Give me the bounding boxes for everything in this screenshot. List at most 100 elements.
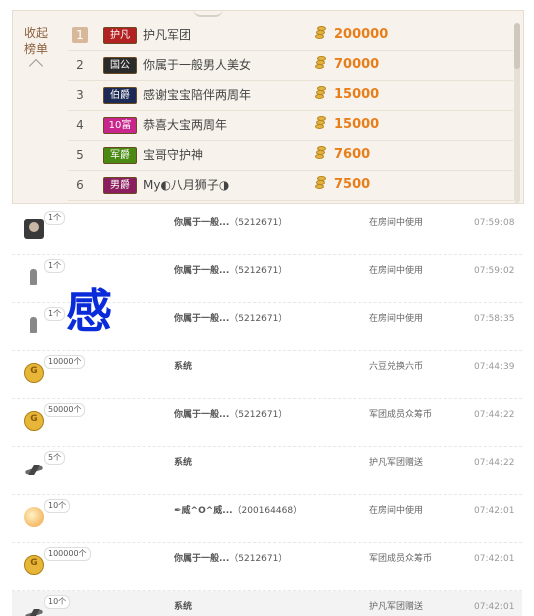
rank-number: 2 bbox=[76, 58, 84, 72]
rank-amount: 15000 bbox=[334, 117, 380, 132]
ranking-row[interactable]: 2 国公 你属于一般男人美女 70000 bbox=[68, 51, 513, 81]
ranking-row[interactable]: 4 10富 恭喜大宝两周年 15000 bbox=[68, 111, 513, 141]
gift-log-row: 10000个 系统 六豆兑换六币 07:44:39 bbox=[12, 351, 522, 399]
rank-number: 3 bbox=[76, 88, 84, 102]
gift-count: 10个 bbox=[44, 595, 71, 609]
gift-log-list: 1个 你属于一般...（5212671） 在房间中使用 07:59:08 1个 … bbox=[12, 207, 522, 616]
coin-stack-icon bbox=[313, 176, 327, 191]
sender-name: 你属于一般... bbox=[174, 554, 230, 564]
gift-sender[interactable]: 你属于一般...（5212671） bbox=[174, 409, 287, 421]
gift-action: 军团成员众筹币 bbox=[369, 554, 433, 564]
figure-gift-icon bbox=[24, 315, 44, 335]
plane-gift-icon bbox=[24, 459, 44, 479]
rank-number: 6 bbox=[76, 178, 84, 192]
overlay-character: 感 bbox=[66, 284, 112, 338]
ranking-panel: 收起榜单 1 护凡 护凡军团 200000 2 国公 你属于一般男人美女 700… bbox=[12, 10, 524, 204]
rank-amount: 7500 bbox=[334, 177, 371, 192]
gift-count: 10个 bbox=[44, 499, 71, 513]
gift-action: 在房间中使用 bbox=[369, 506, 424, 516]
sender-name: 你属于一般... bbox=[174, 410, 230, 420]
coin-gift-icon bbox=[24, 363, 44, 383]
rank-badge: 国公 bbox=[103, 57, 137, 74]
gift-action: 在房间中使用 bbox=[369, 266, 424, 276]
gift-sender[interactable]: 你属于一般...（5212671） bbox=[174, 217, 287, 229]
figure-gift-icon bbox=[24, 267, 44, 287]
panel-top-decoration bbox=[193, 11, 223, 17]
gift-action: 护凡军团赠送 bbox=[369, 458, 424, 468]
gift-count: 1个 bbox=[44, 307, 66, 321]
gift-count: 1个 bbox=[44, 259, 66, 273]
gift-count: 1个 bbox=[44, 211, 66, 225]
gift-action: 护凡军团赠送 bbox=[369, 602, 424, 612]
gift-log-row: 1个 你属于一般...（5212671） 在房间中使用 07:59:08 bbox=[12, 207, 522, 255]
ranking-row[interactable]: 6 男爵 My◐八月狮子◑ 7500 bbox=[68, 171, 513, 201]
gift-sender[interactable]: 你属于一般...（5212671） bbox=[174, 313, 287, 325]
rank-badge: 10富 bbox=[103, 117, 137, 134]
gift-time: 07:58:35 bbox=[474, 314, 515, 324]
ranking-row[interactable]: 1 护凡 护凡军团 200000 bbox=[68, 21, 513, 51]
gift-time: 07:44:39 bbox=[474, 362, 515, 372]
gift-sender[interactable]: 系统 bbox=[174, 601, 192, 613]
ranking-list: 1 护凡 护凡军团 200000 2 国公 你属于一般男人美女 70000 3 … bbox=[68, 21, 513, 201]
rank-name: 护凡军团 bbox=[143, 28, 192, 42]
collapse-ranking-button[interactable]: 收起榜单 bbox=[21, 25, 51, 74]
rank-badge: 男爵 bbox=[103, 177, 137, 194]
gift-time: 07:44:22 bbox=[474, 410, 515, 420]
gift-action: 在房间中使用 bbox=[369, 314, 424, 324]
gift-count: 50000个 bbox=[44, 403, 86, 417]
rank-badge: 军爵 bbox=[103, 147, 137, 164]
gift-count: 5个 bbox=[44, 451, 66, 465]
gift-sender[interactable]: 你属于一般...（5212671） bbox=[174, 265, 287, 277]
rank-number: 5 bbox=[76, 148, 84, 162]
gift-log-row: 100000个 你属于一般...（5212671） 军团成员众筹币 07:42:… bbox=[12, 543, 522, 591]
avatar-gift-icon bbox=[24, 219, 44, 239]
gift-log-row: 10个 系统 护凡军团赠送 07:42:01 bbox=[12, 591, 522, 616]
collapse-ranking-label: 收起榜单 bbox=[23, 26, 48, 56]
gift-action: 六豆兑换六币 bbox=[369, 362, 424, 372]
gift-action: 在房间中使用 bbox=[369, 218, 424, 228]
rank-name: 恭喜大宝两周年 bbox=[143, 118, 228, 132]
gift-sender[interactable]: 你属于一般...（5212671） bbox=[174, 553, 287, 565]
coin-stack-icon bbox=[313, 86, 327, 101]
rank-amount: 7600 bbox=[334, 147, 371, 162]
rank-amount: 200000 bbox=[334, 27, 389, 42]
sender-name: 你属于一般... bbox=[174, 218, 230, 228]
gift-time: 07:59:08 bbox=[474, 218, 515, 228]
rank-name: 你属于一般男人美女 bbox=[143, 58, 252, 72]
sender-id: （5212671） bbox=[229, 554, 288, 564]
sender-id: （5212671） bbox=[229, 314, 288, 324]
rank-name: 感谢宝宝陪伴两周年 bbox=[143, 88, 252, 102]
sender-name: 系统 bbox=[174, 602, 193, 612]
gift-action: 军团成员众筹币 bbox=[369, 410, 433, 420]
gift-sender[interactable]: 系统 bbox=[174, 361, 192, 373]
coin-stack-icon bbox=[313, 26, 327, 41]
rank-badge: 护凡 bbox=[103, 27, 137, 44]
plane-gift-icon bbox=[24, 603, 44, 616]
gift-time: 07:44:22 bbox=[474, 458, 515, 468]
sender-id: （200164468） bbox=[232, 506, 303, 516]
rank-number: 4 bbox=[76, 118, 84, 132]
gift-log-row: 50000个 你属于一般...（5212671） 军团成员众筹币 07:44:2… bbox=[12, 399, 522, 447]
gift-count: 10000个 bbox=[44, 355, 86, 369]
gift-page: 收起榜单 1 护凡 护凡军团 200000 2 国公 你属于一般男人美女 700… bbox=[0, 0, 534, 616]
sender-name: 你属于一般... bbox=[174, 314, 230, 324]
ranking-scrollbar[interactable] bbox=[514, 23, 520, 203]
sender-id: （5212671） bbox=[229, 266, 288, 276]
sender-name: ✒威^O^威... bbox=[174, 506, 233, 516]
ranking-row[interactable]: 5 军爵 宝哥守护神 7600 bbox=[68, 141, 513, 171]
coin-stack-icon bbox=[313, 116, 327, 131]
rank-name: My◐八月狮子◑ bbox=[143, 178, 230, 192]
rank-amount: 70000 bbox=[334, 57, 380, 72]
gift-log-row: 10个 ✒威^O^威...（200164468） 在房间中使用 07:42:01 bbox=[12, 495, 522, 543]
gift-sender[interactable]: ✒威^O^威...（200164468） bbox=[174, 505, 302, 517]
sender-id: （5212671） bbox=[229, 410, 288, 420]
gift-time: 07:42:01 bbox=[474, 506, 515, 516]
coin-gift-icon bbox=[24, 555, 44, 575]
ranking-scrollbar-thumb[interactable] bbox=[514, 23, 520, 69]
rank-number: 1 bbox=[72, 27, 88, 43]
gift-sender[interactable]: 系统 bbox=[174, 457, 192, 469]
rank-name: 宝哥守护神 bbox=[143, 148, 204, 162]
ranking-row[interactable]: 3 伯爵 感谢宝宝陪伴两周年 15000 bbox=[68, 81, 513, 111]
rank-amount: 15000 bbox=[334, 87, 380, 102]
rank-badge: 伯爵 bbox=[103, 87, 137, 104]
